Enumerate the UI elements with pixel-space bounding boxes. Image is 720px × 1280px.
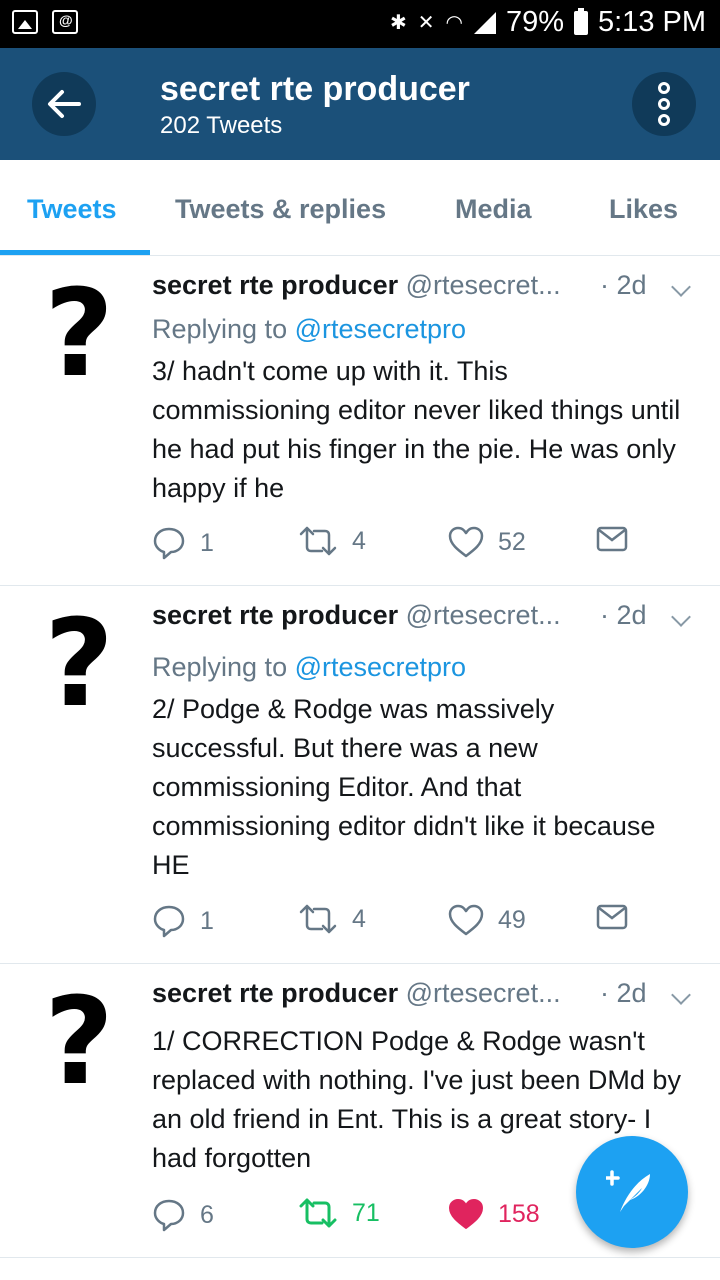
bluetooth-icon: ✱ [389, 12, 408, 34]
tweet-text: 2/ Podge & Rodge was massively successfu… [152, 694, 656, 880]
tweet-author: secret rte producer @rtesecret... [152, 270, 561, 301]
avatar[interactable]: ? [24, 605, 134, 725]
signal-icon [473, 11, 496, 34]
retweet-button[interactable]: 71 [298, 1198, 380, 1228]
envelope-icon [596, 904, 628, 930]
more-dot-icon [658, 98, 670, 110]
heart-icon [448, 526, 484, 558]
direct-message-button[interactable] [596, 526, 628, 552]
tab-tweets[interactable]: Tweets [27, 194, 117, 225]
like-button[interactable]: 158 [448, 1198, 540, 1230]
arrow-left-icon [48, 90, 81, 118]
tab-likes[interactable]: Likes [609, 194, 678, 225]
reply-button[interactable]: 1 [152, 904, 214, 938]
avatar[interactable]: ? [24, 983, 134, 1103]
reply-icon [153, 905, 185, 938]
clock: 5:13 PM [598, 6, 706, 38]
tweet-actions: 1 4 52 [152, 526, 652, 566]
tweet-count: 202 Tweets [160, 112, 283, 139]
reply-icon [153, 527, 185, 560]
avatar[interactable]: ? [24, 275, 134, 395]
author-name[interactable]: secret rte producer [152, 600, 398, 630]
heart-icon [448, 904, 484, 936]
tab-media[interactable]: Media [455, 194, 532, 225]
gallery-notification-icon [12, 10, 38, 34]
tab-tweets-and-replies[interactable]: Tweets & replies [175, 194, 386, 225]
chevron-down-icon[interactable] [671, 607, 691, 627]
like-button[interactable]: 52 [448, 526, 526, 558]
reply-to-link[interactable]: @rtesecretpro [295, 652, 466, 682]
retweet-button[interactable]: 4 [298, 904, 366, 934]
compose-tweet-button[interactable] [576, 1136, 688, 1248]
retweet-button[interactable]: 4 [298, 526, 366, 556]
reply-button[interactable]: 6 [152, 1198, 214, 1232]
battery-percent: 79% [505, 6, 564, 38]
more-options-button[interactable] [632, 72, 696, 136]
status-bar: ✱ ✕ ◠ 79% 5:13 PM [0, 0, 720, 48]
compose-feather-icon [606, 1170, 650, 1212]
replying-to: Replying to @rtesecretpro [152, 652, 467, 682]
wifi-icon: ◠ [445, 12, 464, 34]
author-handle: @rtesecret... [405, 600, 561, 630]
retweet-icon [299, 1198, 337, 1228]
tweet-author: secret rte producer @rtesecret... [152, 600, 561, 631]
envelope-icon [596, 526, 628, 552]
tweet-text: 3/ hadn't come up with it. This commissi… [152, 356, 681, 503]
tweet[interactable]: ? secret rte producer @rtesecret... · 2d… [0, 256, 720, 586]
author-handle: @rtesecret... [405, 270, 561, 300]
reply-button[interactable]: 1 [152, 526, 214, 560]
like-button[interactable]: 49 [448, 904, 526, 936]
chevron-down-icon[interactable] [671, 985, 691, 1005]
retweet-icon [299, 526, 337, 556]
replying-to: Replying to @rtesecretpro [152, 314, 467, 344]
reply-icon [153, 1199, 185, 1232]
page-title: secret rte producer [160, 70, 470, 108]
tweet-author: secret rte producer @rtesecret... [152, 978, 561, 1009]
tweet-actions: 1 4 49 [152, 904, 652, 944]
active-tab-indicator [0, 250, 150, 255]
profile-tabs: Tweets Tweets & replies Media Likes [0, 160, 720, 256]
author-handle: @rtesecret... [405, 978, 561, 1008]
back-button[interactable] [32, 72, 96, 136]
author-name[interactable]: secret rte producer [152, 978, 398, 1008]
more-dot-icon [658, 114, 670, 126]
profile-header: secret rte producer 202 Tweets [0, 48, 720, 160]
tweet-time: · 2d [600, 978, 647, 1008]
tweet-time: · 2d [600, 600, 647, 630]
reply-to-link[interactable]: @rtesecretpro [295, 314, 466, 344]
author-name[interactable]: secret rte producer [152, 270, 398, 300]
heart-icon [449, 1199, 483, 1229]
tweet[interactable]: ? secret rte producer @rtesecret... · 2d… [0, 586, 720, 964]
battery-icon [574, 7, 588, 35]
tweet-time: · 2d [600, 270, 647, 300]
retweet-icon [299, 904, 337, 934]
email-notification-icon [52, 10, 78, 34]
more-dot-icon [658, 82, 670, 94]
mute-icon: ✕ [417, 12, 436, 34]
chevron-down-icon[interactable] [671, 277, 691, 297]
direct-message-button[interactable] [596, 904, 628, 930]
